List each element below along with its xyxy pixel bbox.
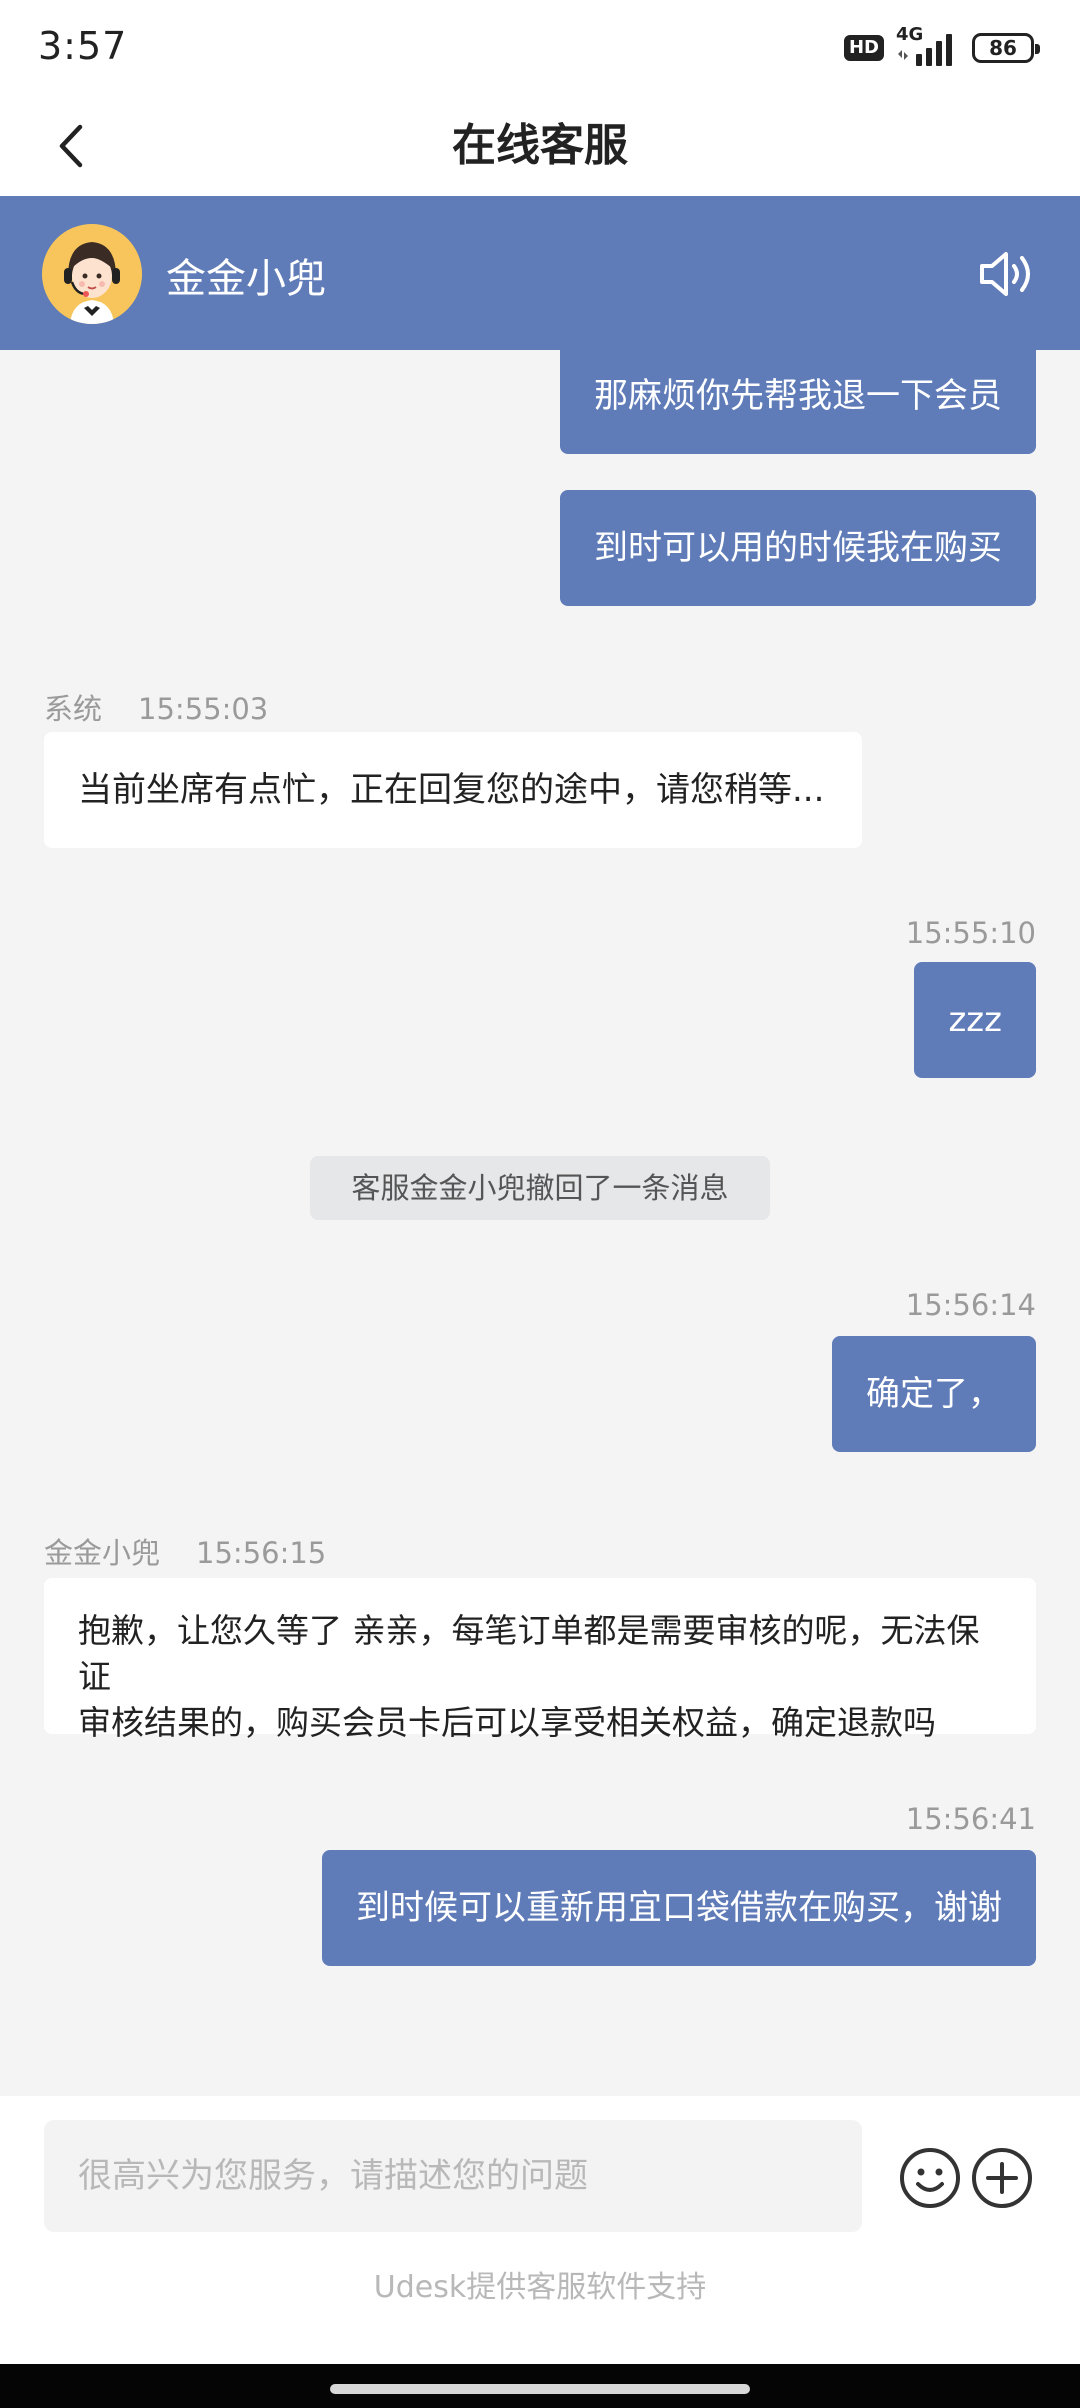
- message-bubble-sent[interactable]: 那麻烦你先帮我退一下会员: [560, 350, 1036, 454]
- message-bubble-received[interactable]: 当前坐席有点忙，正在回复您的途中，请您稍等...: [44, 732, 862, 848]
- message-bubble-sent[interactable]: 确定了，: [832, 1336, 1036, 1452]
- message-sender: 系统: [44, 692, 103, 726]
- message-bubble-sent[interactable]: 到时可以用的时候我在购买: [560, 490, 1036, 606]
- home-indicator[interactable]: [330, 2384, 750, 2394]
- message-time: 15:56:41: [905, 1802, 1036, 1836]
- battery-icon: 86: [972, 33, 1040, 63]
- message-meta: 系统 15:55:03: [44, 686, 268, 728]
- agent-name: 金金小兜: [166, 256, 326, 302]
- more-button[interactable]: [970, 2146, 1034, 2210]
- message-line: 审核结果的，购买会员卡后可以享受相关权益，确定退款吗: [78, 1703, 936, 1742]
- hd-badge: HD: [843, 35, 884, 61]
- message-time: 15:55:03: [138, 692, 269, 726]
- back-button[interactable]: [40, 114, 104, 178]
- status-icons: HD 4G 86: [843, 24, 1040, 68]
- message-input[interactable]: 很高兴为您服务，请描述您的问题: [44, 2120, 862, 2232]
- speaker-icon: [980, 252, 1030, 296]
- message-bubble-sent[interactable]: 到时候可以重新用宜口袋借款在购买，谢谢: [322, 1850, 1036, 1966]
- message-time: 15:56:15: [196, 1536, 327, 1570]
- status-time: 3:57: [38, 24, 128, 68]
- message-bubble-sent[interactable]: zzz: [914, 962, 1036, 1078]
- message-composer: 很高兴为您服务，请描述您的问题 Udesk提供客服软件支持: [0, 2096, 1080, 2364]
- chevron-left-icon: [59, 124, 83, 168]
- message-line: 抱歉，让您久等了 亲亲，每笔订单都是需要审核的呢，无法保证: [78, 1611, 980, 1696]
- message-time: 15:56:14: [905, 1288, 1036, 1322]
- message-meta: 金金小兜 15:56:15: [44, 1530, 326, 1572]
- agent-avatar: [42, 224, 142, 324]
- status-bar: 3:57 HD 4G 86: [0, 0, 1080, 96]
- message-time: 15:55:10: [905, 916, 1036, 950]
- message-bubble-received[interactable]: 抱歉，让您久等了 亲亲，每笔订单都是需要审核的呢，无法保证 审核结果的，购买会员…: [44, 1578, 1036, 1742]
- message-sender: 金金小兜: [44, 1536, 161, 1570]
- agent-header: 金金小兜: [0, 196, 1080, 350]
- system-navigation-bar: [0, 2364, 1080, 2408]
- recall-notice: 客服金金小兜撤回了一条消息: [310, 1156, 770, 1220]
- page-title: 在线客服: [452, 120, 628, 171]
- chat-message-list[interactable]: 那麻烦你先帮我退一下会员 到时可以用的时候我在购买 系统 15:55:03 当前坐…: [0, 350, 1080, 2096]
- emoji-button[interactable]: [898, 2146, 962, 2210]
- customer-service-avatar-icon: [42, 224, 142, 324]
- powered-by-text: Udesk提供客服软件支持: [373, 2270, 707, 2305]
- speaker-button[interactable]: [976, 242, 1040, 306]
- battery-level: 86: [989, 36, 1017, 60]
- plus-circle-icon: [972, 2148, 1032, 2208]
- top-navigation-bar: 在线客服: [0, 96, 1080, 196]
- smiley-icon: [900, 2148, 960, 2208]
- cellular-signal-icon: 4G: [894, 24, 962, 68]
